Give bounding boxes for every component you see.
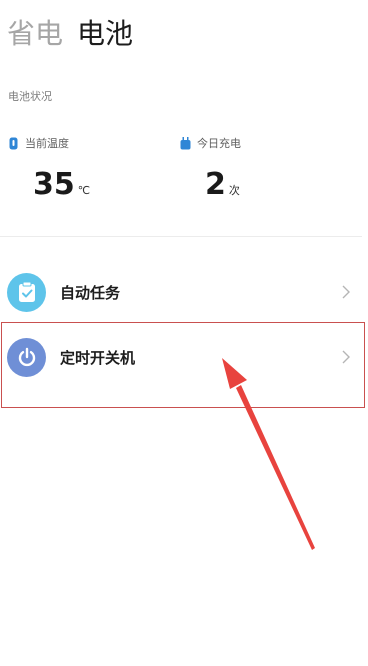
thermometer-icon [8,136,19,150]
tab-battery[interactable]: 电池 [77,14,133,54]
charges-label-group: 今日充电 [180,135,241,151]
charges-unit: 次 [228,184,240,197]
list-item-label: 自动任务 [60,283,121,302]
chevron-right-icon [342,350,350,364]
battery-page: 省电 电池 电池状况 当前温度 今日充电 35 ℃ 2 次 自动任务 定时开关机 [0,0,368,666]
battery-status-title: 电池状况 [8,90,52,103]
list-item-scheduled-power[interactable]: 定时开关机 [0,327,368,387]
charger-icon [180,136,191,150]
charges-value: 2 [205,167,226,202]
charges-value-group: 2 次 [205,165,240,205]
charges-label: 今日充电 [197,137,241,150]
tab-power-saving[interactable]: 省电 [7,14,63,54]
list-item-label: 定时开关机 [60,348,136,367]
temperature-label-group: 当前温度 [8,135,69,151]
clipboard-check-icon [7,272,46,312]
top-tabs: 省电 电池 [7,14,133,54]
temperature-value-group: 35 ℃ [33,165,90,205]
chevron-right-icon [342,285,350,299]
temperature-value: 35 [33,167,75,202]
section-divider [0,236,362,237]
list-item-auto-task[interactable]: 自动任务 [0,262,368,322]
power-icon [7,337,46,377]
temperature-unit: ℃ [77,184,91,197]
temperature-label: 当前温度 [25,137,69,150]
